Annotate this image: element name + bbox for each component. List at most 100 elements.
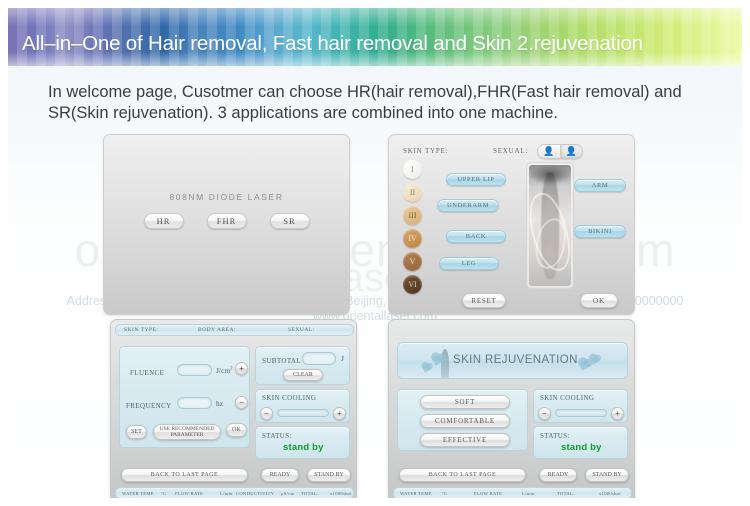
header-banner: All–in–One of Hair removal, Fast hair re… bbox=[8, 8, 742, 66]
hr-footer-bar: WATER TEMP. °C FLOW RATE L/min CONDUCTIV… bbox=[115, 487, 354, 498]
body-area-bikini[interactable]: BIKINI bbox=[574, 225, 626, 238]
sr-status-value: stand by bbox=[561, 442, 602, 453]
sr-mode-group: SOFT COMFORTABLE EFFECTIVE bbox=[397, 389, 528, 451]
sr-skin-cooling-group: SKIN COOLING − + bbox=[533, 389, 628, 423]
sr-status-group: STATUS: stand by bbox=[533, 426, 628, 459]
sr-mode-effective[interactable]: EFFECTIVE bbox=[420, 433, 510, 447]
sr-cooling-plus-button[interactable]: + bbox=[611, 407, 624, 420]
skin-type-label: SKIN TYPE: bbox=[403, 147, 449, 155]
male-icon[interactable]: 👤 bbox=[559, 145, 582, 158]
subtotal-group: SUBTOTAL J CLEAR bbox=[255, 346, 350, 385]
hr-skin-cooling-group: SKIN COOLING − + bbox=[255, 389, 350, 423]
reset-button[interactable]: RESET bbox=[462, 293, 506, 308]
use-recommended-parameter-button[interactable]: USE RECOMMENDED PARAMETER bbox=[153, 424, 221, 440]
subtotal-unit: J bbox=[341, 354, 344, 363]
sr-standby-button[interactable]: STAND BY bbox=[585, 468, 629, 482]
sr-cooling-minus-button[interactable]: − bbox=[538, 407, 551, 420]
welcome-screen-panel: 808NM DIODE LASER HR FHR SR bbox=[103, 134, 350, 315]
hr-cooling-slider[interactable] bbox=[277, 409, 329, 417]
sr-panel: SKIN REJUVENATION SOFT COMFORTABLE EFFEC… bbox=[388, 319, 635, 498]
sexual-label: SEXUAL: bbox=[493, 147, 529, 155]
subtotal-input[interactable] bbox=[302, 352, 336, 365]
skin-type-1[interactable]: I bbox=[403, 160, 422, 179]
page-title: All–in–One of Hair removal, Fast hair re… bbox=[22, 32, 643, 55]
skin-type-2[interactable]: II bbox=[403, 183, 422, 202]
fluence-label: FLUENCE bbox=[130, 369, 165, 377]
sr-flow-rate-label: FLOW RATE bbox=[474, 490, 503, 496]
description-text: In welcome page, Cusotmer can choose HR(… bbox=[48, 83, 682, 122]
heart-icon-left-2 bbox=[421, 363, 432, 373]
sr-skin-cooling-label: SKIN COOLING bbox=[540, 394, 595, 402]
body-area-back[interactable]: BACK bbox=[446, 230, 506, 243]
sr-footer-bar: WATER TEMP. °C FLOW RATE L/min TOTAL: x1… bbox=[393, 487, 632, 498]
body-model-image bbox=[529, 165, 571, 286]
hr-parameter-panel: SKIN TYPE: BODY AREA: SEXUAL: FLUENCE J/… bbox=[110, 319, 357, 498]
hr-standby-button[interactable]: STAND BY bbox=[307, 468, 351, 482]
body-model-frame bbox=[526, 162, 574, 289]
mode-button-row: HR FHR SR bbox=[104, 213, 349, 229]
set-button[interactable]: SET bbox=[126, 425, 147, 439]
skin-type-6[interactable]: VI bbox=[403, 275, 422, 294]
mode-button-fhr[interactable]: FHR bbox=[206, 213, 247, 229]
body-area-leg[interactable]: LEG bbox=[439, 257, 499, 270]
hr-back-to-last-page-button[interactable]: BACK TO LAST PAGE bbox=[121, 468, 248, 482]
body-area-upper-lip[interactable]: UPPER LIP bbox=[446, 173, 506, 186]
female-icon[interactable]: 👤 bbox=[538, 145, 560, 158]
hr-cooling-minus-button[interactable]: − bbox=[260, 407, 273, 420]
sr-back-to-last-page-button[interactable]: BACK TO LAST PAGE bbox=[399, 468, 526, 482]
body-area-underarm[interactable]: UNDERARM bbox=[437, 199, 499, 212]
frequency-unit: hz bbox=[216, 399, 224, 408]
laser-model-title: 808NM DIODE LASER bbox=[169, 192, 284, 202]
hr-skin-cooling-label: SKIN COOLING bbox=[262, 394, 317, 402]
hr-cooling-plus-button[interactable]: + bbox=[333, 407, 346, 420]
content-frame: All–in–One of Hair removal, Fast hair re… bbox=[8, 8, 742, 498]
sr-total-unit: x1000shot bbox=[599, 490, 621, 496]
sr-total-label: TOTAL: bbox=[557, 490, 575, 496]
sr-ready-button[interactable]: READY bbox=[539, 468, 577, 482]
hr-flow-rate-label: FLOW RATE bbox=[175, 490, 204, 496]
selection-screen-panel: SKIN TYPE: SEXUAL: 👤 👤 I II III IV V VI … bbox=[388, 134, 635, 315]
body-area-arm[interactable]: ARM bbox=[574, 179, 626, 192]
frequency-minus-button[interactable]: − bbox=[235, 396, 248, 409]
hr-water-temp-label: WATER TEMP. bbox=[122, 490, 155, 496]
hr-conductivity-label: CONDUCTIVITY bbox=[236, 490, 275, 496]
hr-body-area-label: BODY AREA: bbox=[198, 327, 236, 333]
clear-button[interactable]: CLEAR bbox=[283, 369, 323, 381]
hr-top-status-bar: SKIN TYPE: BODY AREA: SEXUAL: bbox=[115, 324, 354, 336]
hr-conductivity-unit: μS/cm bbox=[281, 490, 295, 496]
screenshot-root: All–in–One of Hair removal, Fast hair re… bbox=[0, 0, 750, 506]
banner-top-fade bbox=[8, 8, 742, 26]
hr-flow-rate-unit: L/min bbox=[220, 490, 233, 496]
hr-ready-button[interactable]: READY bbox=[261, 468, 299, 482]
hr-total-label: TOTAL: bbox=[301, 490, 319, 496]
sr-status-label: STATUS: bbox=[540, 432, 570, 440]
skin-type-list: I II III IV V VI bbox=[403, 160, 422, 294]
fluence-plus-button[interactable]: + bbox=[235, 362, 248, 375]
skin-type-3[interactable]: III bbox=[403, 206, 422, 225]
fluence-input[interactable] bbox=[177, 364, 212, 376]
hr-sexual-label: SEXUAL: bbox=[288, 327, 315, 333]
skin-type-4[interactable]: IV bbox=[403, 229, 422, 248]
sr-banner-title: SKIN REJUVENATION bbox=[453, 354, 578, 366]
ok-button[interactable]: OK bbox=[580, 293, 618, 308]
hr-status-group: STATUS: stand by bbox=[255, 426, 350, 459]
mode-button-sr[interactable]: SR bbox=[269, 213, 310, 229]
sr-water-temp-unit: °C bbox=[442, 490, 448, 496]
hr-status-value: stand by bbox=[283, 442, 324, 453]
sr-mode-soft[interactable]: SOFT bbox=[420, 395, 510, 409]
hr-total-unit: x1000shot bbox=[330, 490, 352, 496]
subtotal-label: SUBTOTAL bbox=[262, 357, 302, 365]
skin-type-5[interactable]: V bbox=[403, 252, 422, 271]
sr-water-temp-label: WATER TEMP. bbox=[400, 490, 433, 496]
hr-status-label: STATUS: bbox=[262, 432, 292, 440]
sexual-toggle[interactable]: 👤 👤 bbox=[537, 144, 583, 159]
hr-skin-type-label: SKIN TYPE: bbox=[124, 327, 159, 333]
hr-ok-button[interactable]: OK bbox=[226, 423, 247, 437]
sr-mode-comfortable[interactable]: COMFORTABLE bbox=[420, 414, 510, 428]
fluence-unit: J/cm2 bbox=[216, 366, 233, 375]
hr-water-temp-unit: °C bbox=[161, 490, 167, 496]
frequency-input[interactable] bbox=[177, 397, 212, 409]
frequency-label: FREQUENCY bbox=[126, 402, 172, 410]
mode-button-hr[interactable]: HR bbox=[143, 213, 184, 229]
sr-cooling-slider[interactable] bbox=[555, 409, 607, 417]
